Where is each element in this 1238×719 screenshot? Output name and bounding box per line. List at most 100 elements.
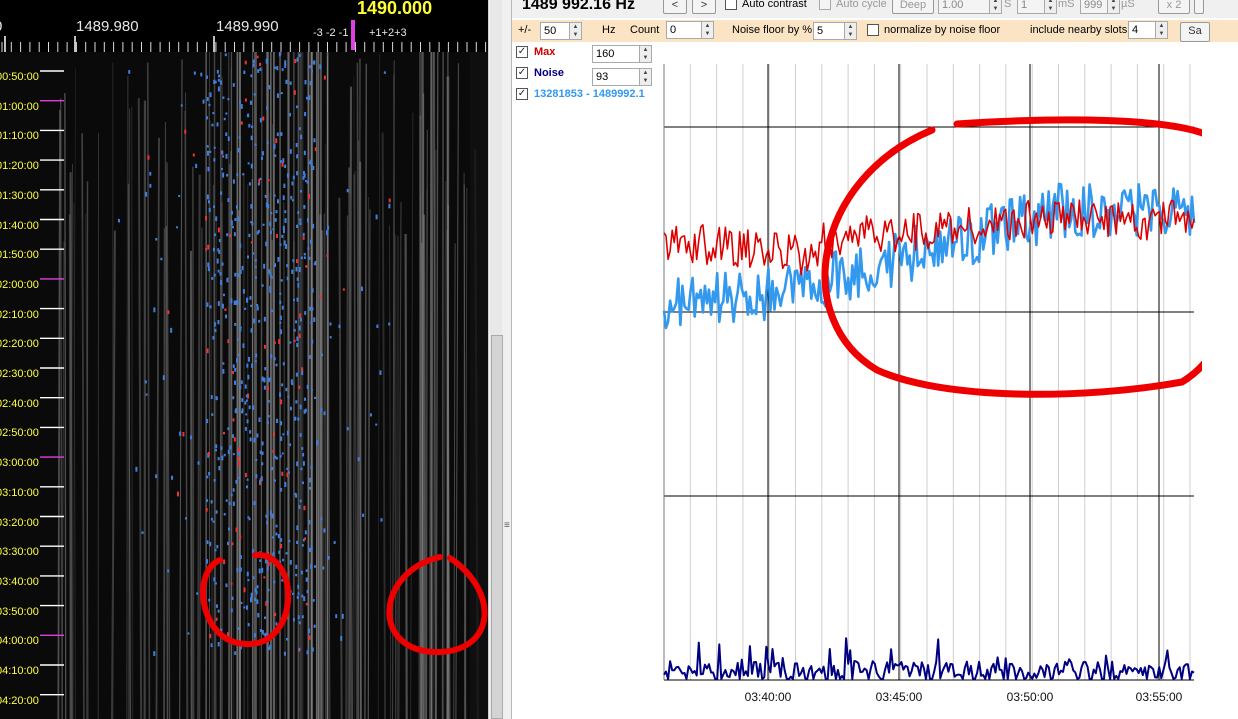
waterfall-dot (267, 399, 270, 403)
waterfall-dot (212, 336, 215, 340)
waterfall-dot (213, 273, 216, 277)
auto-cycle-checkbox[interactable] (819, 0, 831, 10)
waterfall-dot (298, 333, 301, 339)
max-value-spinner[interactable]: ▲ ▼ (639, 45, 652, 63)
waterfall-dot (270, 354, 273, 359)
max-value-input[interactable]: 160 (592, 45, 640, 63)
waterfall-dot (263, 316, 266, 322)
waterfall-dot (286, 638, 289, 641)
waterfall-dot (217, 269, 220, 273)
prev-button[interactable]: < (663, 0, 687, 14)
waterfall-dot (325, 230, 328, 236)
scrollbar-thumb[interactable] (491, 335, 503, 719)
waterfall-dot (294, 416, 297, 420)
waterfall-dot (310, 321, 313, 324)
waterfall-dot (293, 339, 296, 343)
waterfall-dot (263, 576, 266, 579)
waterfall-dot (268, 85, 271, 90)
waterfall-dot (230, 582, 233, 585)
normalize-checkbox[interactable] (867, 24, 879, 36)
overflow-button[interactable] (1194, 0, 1204, 14)
waterfall-dot (250, 163, 253, 169)
splitter-grip-icon[interactable]: ≡ (504, 520, 510, 531)
waterfall-dot (251, 125, 254, 129)
waterfall-dot (213, 322, 216, 327)
next-button[interactable]: > (692, 0, 716, 14)
waterfall-dot (270, 309, 273, 313)
waterfall-dot (380, 518, 383, 522)
waterfall-dot (275, 363, 278, 367)
waterfall-dot (245, 413, 248, 416)
waterfall-dot (313, 60, 316, 65)
waterfall-dot (314, 396, 317, 399)
waterfall-dot (326, 254, 329, 257)
waterfall-scrollbar[interactable] (490, 0, 503, 719)
waterfall-dot (269, 286, 272, 290)
waterfall-dot (250, 592, 253, 598)
waterfall-dot (231, 542, 234, 546)
waterfall-dot (240, 380, 243, 385)
nearby-slots-input[interactable]: 4 (1128, 21, 1156, 39)
auto-cycle-label: Auto cycle (836, 0, 887, 10)
waterfall-dot (308, 355, 311, 359)
gain-spinner[interactable]: ▲ ▼ (989, 0, 1002, 14)
waterfall-dot (241, 265, 244, 271)
save-button[interactable]: Sa (1180, 22, 1210, 42)
waterfall-dot (307, 247, 310, 250)
waterfall-dot (207, 244, 210, 250)
waterfall-panel[interactable]: 0 1489.980 1489.990 1490.000 -3 -2 -1 +1… (0, 0, 488, 719)
waterfall-dot (236, 358, 239, 363)
waterfall-dot (295, 400, 298, 404)
waterfall-dot (280, 132, 283, 136)
us-input[interactable]: 999 (1080, 0, 1108, 14)
plusminus-spinner[interactable]: ▲ ▼ (569, 22, 582, 40)
panel-splitter[interactable]: ≡ (488, 0, 512, 719)
waterfall-dot (248, 233, 251, 238)
count-spinner[interactable]: ▲ ▼ (701, 21, 714, 39)
noise-floor-spinner[interactable]: ▲ ▼ (844, 22, 857, 40)
max-checkbox[interactable]: ✓ (516, 46, 528, 58)
waterfall-streak (130, 106, 134, 719)
signal-checkbox[interactable]: ✓ (516, 88, 528, 100)
waterfall-dot (309, 80, 312, 86)
waterfall-dot (284, 218, 287, 223)
waterfall-dot (329, 322, 332, 326)
signal-plot[interactable]: 03:40:00 03:45:00 03:50:00 03:55:00 (662, 60, 1202, 719)
waterfall-dot (261, 151, 264, 156)
deep-button[interactable]: Deep (892, 0, 934, 14)
waterfall-dot (149, 183, 152, 188)
waterfall-dot (273, 357, 276, 361)
waterfall-dot (304, 311, 307, 315)
waterfall-dot (256, 55, 259, 59)
waterfall-dot (215, 617, 218, 621)
noise-floor-input[interactable]: 5 (813, 22, 845, 40)
waterfall-dot (202, 99, 205, 104)
waterfall-dot (280, 421, 283, 426)
waterfall-dot (329, 336, 332, 339)
waterfall-dot (338, 324, 341, 329)
plusminus-input[interactable]: 50 (540, 22, 570, 40)
waterfall-dot (236, 173, 239, 177)
waterfall-dot (223, 559, 226, 565)
waterfall-dot (240, 410, 243, 414)
waterfall-dot (214, 80, 217, 84)
waterfall-dot (222, 96, 225, 99)
waterfall-dot (234, 367, 237, 372)
waterfall-dot (210, 517, 213, 521)
x2-button[interactable]: x 2 (1158, 0, 1190, 14)
waterfall-dot (234, 409, 237, 414)
waterfall-dot (279, 454, 282, 458)
noise-checkbox[interactable]: ✓ (516, 67, 528, 79)
count-input[interactable]: 0 (666, 21, 702, 39)
waterfall-dot (259, 62, 262, 67)
waterfall-dot (247, 255, 250, 259)
auto-contrast-checkbox[interactable] (725, 0, 737, 10)
ms-spinner[interactable]: ▲ ▼ (1044, 0, 1057, 14)
waterfall-dot (275, 532, 278, 536)
ms-input[interactable]: 1 (1017, 0, 1045, 14)
nearby-slots-spinner[interactable]: ▲ ▼ (1155, 21, 1168, 39)
us-spinner[interactable]: ▲ ▼ (1107, 0, 1120, 14)
gain-input[interactable]: 1.00 (938, 0, 990, 14)
waterfall-dot (209, 92, 212, 98)
waterfall-dot (247, 516, 250, 519)
